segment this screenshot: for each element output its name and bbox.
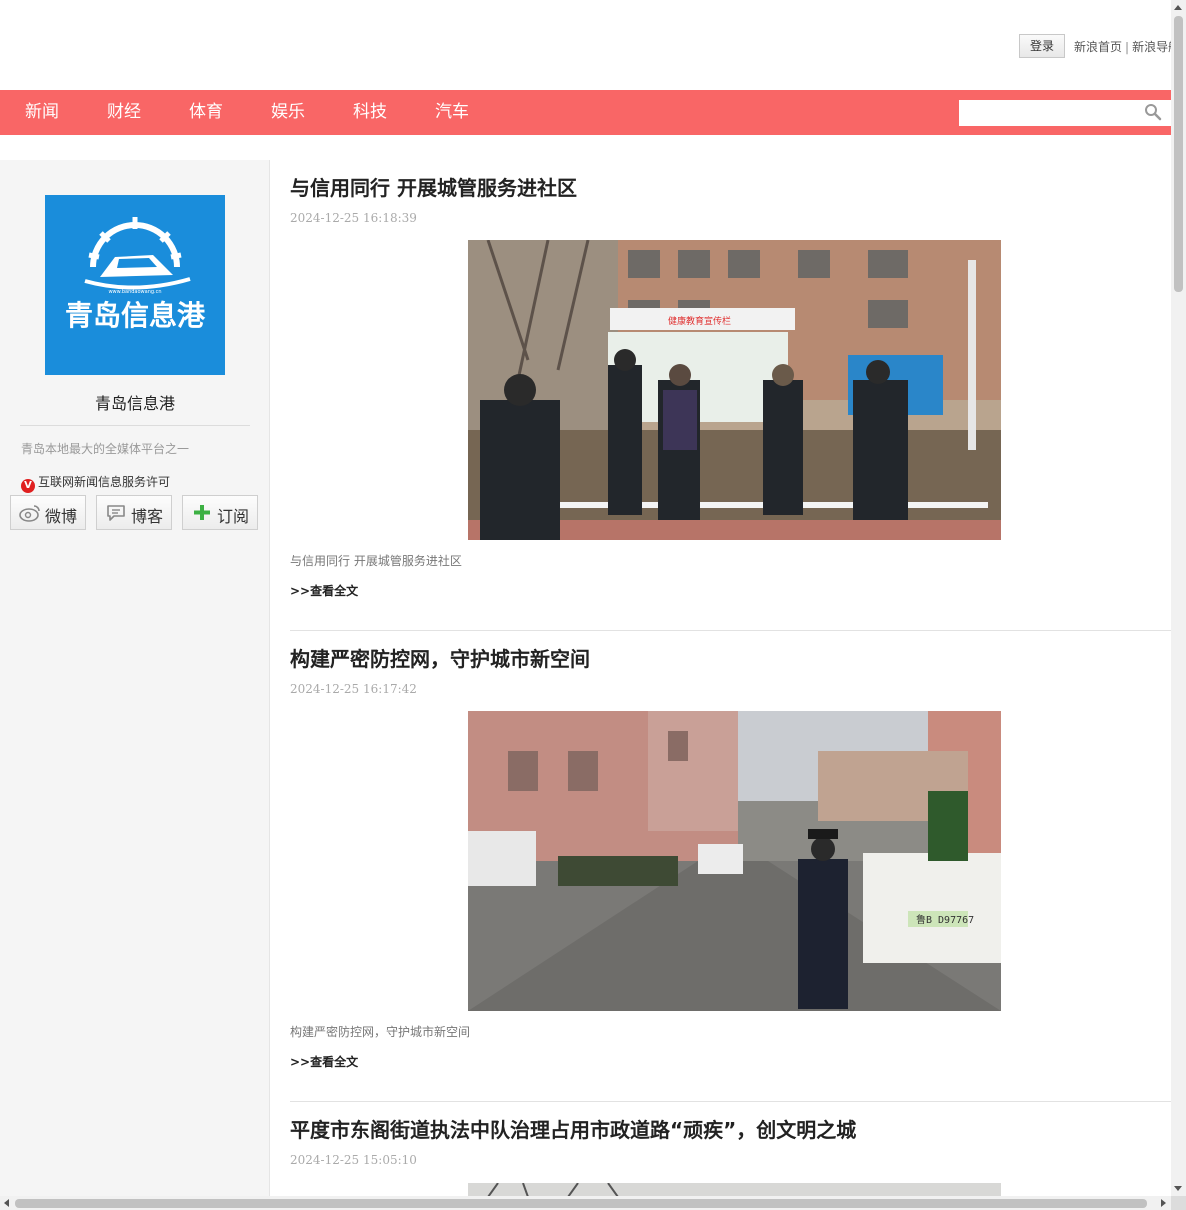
article-date: 2024-12-25 15:05:10 xyxy=(290,1153,417,1167)
article-image[interactable] xyxy=(468,1182,1001,1196)
article-divider xyxy=(290,630,1171,631)
blog-icon xyxy=(107,505,125,521)
scrollbar-corner xyxy=(1171,1196,1186,1210)
logo-url-text: www.bandaowang.cn xyxy=(108,289,161,295)
verified-v-icon: V xyxy=(21,479,35,493)
scroll-down-arrow-icon[interactable] xyxy=(1174,1186,1182,1191)
top-links: 新浪首页|新浪导航 xyxy=(1074,38,1171,55)
blog-button-label: 博客 xyxy=(131,507,164,526)
horizontal-scroll-thumb[interactable] xyxy=(15,1199,1147,1208)
article-title[interactable]: 与信用同行 开展城管服务进社区 xyxy=(290,172,577,201)
nav-item-finance[interactable]: 财经 xyxy=(107,90,141,135)
plus-icon xyxy=(194,505,210,520)
article-date: 2024-12-25 16:17:42 xyxy=(290,682,417,696)
sidebar-divider xyxy=(20,425,250,426)
read-more-link[interactable]: >>查看全文 xyxy=(290,1053,358,1070)
logo-text: 青岛信息港 xyxy=(65,299,206,332)
weibo-button-label: 微博 xyxy=(45,507,78,526)
nav-item-news[interactable]: 新闻 xyxy=(25,90,59,135)
sina-home-link[interactable]: 新浪首页 xyxy=(1074,40,1122,54)
nav-item-entertainment[interactable]: 娱乐 xyxy=(271,90,305,135)
blog-name[interactable]: 青岛信息港 xyxy=(0,390,270,414)
article-date: 2024-12-25 16:18:39 xyxy=(290,211,417,225)
nav-item-sports[interactable]: 体育 xyxy=(189,90,223,135)
vertical-scrollbar[interactable] xyxy=(1171,0,1186,1196)
license-text: 互联网新闻信息服务许可 xyxy=(38,475,171,489)
scroll-left-arrow-icon[interactable] xyxy=(4,1199,9,1207)
article-image[interactable]: 健康教育宣传栏 xyxy=(468,240,1001,540)
article-caption: 构建严密防控网，守护城市新空间 xyxy=(290,1025,471,1039)
article-image[interactable]: 鲁B D97767 xyxy=(468,711,1001,1011)
article-title[interactable]: 构建严密防控网，守护城市新空间 xyxy=(290,643,590,672)
link-separator: | xyxy=(1125,40,1130,54)
scroll-up-arrow-icon[interactable] xyxy=(1174,5,1182,10)
scroll-right-arrow-icon[interactable] xyxy=(1161,1199,1166,1207)
article-title[interactable]: 平度市东阁街道执法中队治理占用市政道路“顽疾”，创文明之城 xyxy=(290,1114,856,1143)
license-info: V 互联网新闻信息服务许可 xyxy=(21,473,170,493)
photo-community-board: 健康教育宣传栏 xyxy=(468,240,1001,540)
subscribe-button-label: 订阅 xyxy=(217,507,250,526)
search-icon[interactable] xyxy=(1144,103,1162,121)
vertical-scroll-thumb[interactable] xyxy=(1174,16,1183,292)
login-button[interactable]: 登录 xyxy=(1019,34,1065,58)
search-input[interactable] xyxy=(959,100,1173,126)
board-sign-text: 健康教育宣传栏 xyxy=(668,315,731,327)
article-divider xyxy=(290,1101,1171,1102)
nav-item-auto[interactable]: 汽车 xyxy=(435,90,469,135)
photo-partial xyxy=(468,1182,1001,1196)
sina-nav-link[interactable]: 新浪导航 xyxy=(1132,40,1171,54)
blog-description: 青岛本地最大的全媒体平台之一 xyxy=(21,442,190,456)
horizontal-scrollbar[interactable] xyxy=(0,1196,1171,1210)
license-plate-text: 鲁B D97767 xyxy=(916,913,974,926)
blog-logo[interactable]: www.bandaowang.cn 青岛信息港 xyxy=(45,195,225,375)
weibo-button[interactable]: 微博 xyxy=(10,495,86,530)
weibo-icon xyxy=(19,505,40,522)
nav-item-tech[interactable]: 科技 xyxy=(353,90,387,135)
subscribe-button[interactable]: 订阅 xyxy=(182,495,258,530)
read-more-link[interactable]: >>查看全文 xyxy=(290,582,358,599)
blog-button[interactable]: 博客 xyxy=(96,495,172,530)
article-caption: 与信用同行 开展城管服务进社区 xyxy=(290,554,462,568)
top-bar xyxy=(0,0,1171,90)
ship-wheel-icon: www.bandaowang.cn 青岛信息港 xyxy=(45,195,225,375)
photo-street-patrol: 鲁B D97767 xyxy=(468,711,1001,1011)
